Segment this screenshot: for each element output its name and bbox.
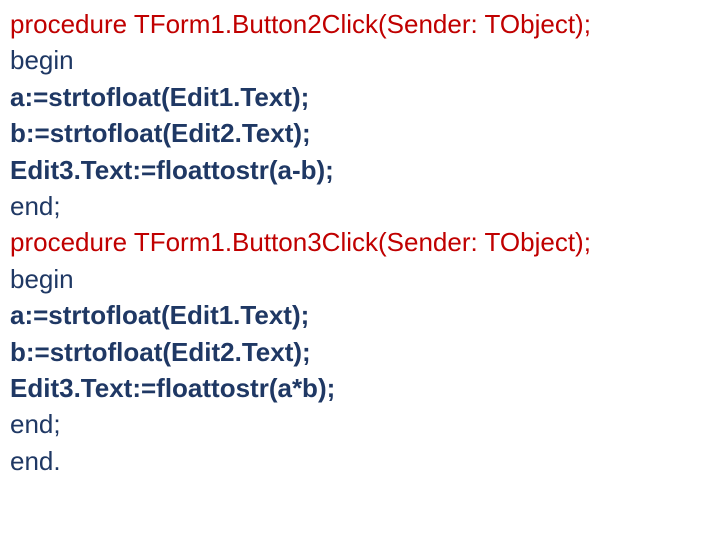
code-line: Edit3.Text:=floattostr(a-b); (10, 152, 710, 188)
code-line: begin (10, 261, 710, 297)
code-line: a:=strtofloat(Edit1.Text); (10, 297, 710, 333)
code-line: b:=strtofloat(Edit2.Text); (10, 115, 710, 151)
code-line: begin (10, 42, 710, 78)
code-line: end. (10, 443, 710, 479)
code-line: Edit3.Text:=floattostr(a*b); (10, 370, 710, 406)
code-line: procedure TForm1.Button2Click(Sender: TO… (10, 6, 710, 42)
code-line: end; (10, 188, 710, 224)
code-line: a:=strtofloat(Edit1.Text); (10, 79, 710, 115)
code-line: end; (10, 406, 710, 442)
code-line: procedure TForm1.Button3Click(Sender: TO… (10, 224, 710, 260)
code-block: procedure TForm1.Button2Click(Sender: TO… (0, 0, 720, 479)
code-line: b:=strtofloat(Edit2.Text); (10, 334, 710, 370)
